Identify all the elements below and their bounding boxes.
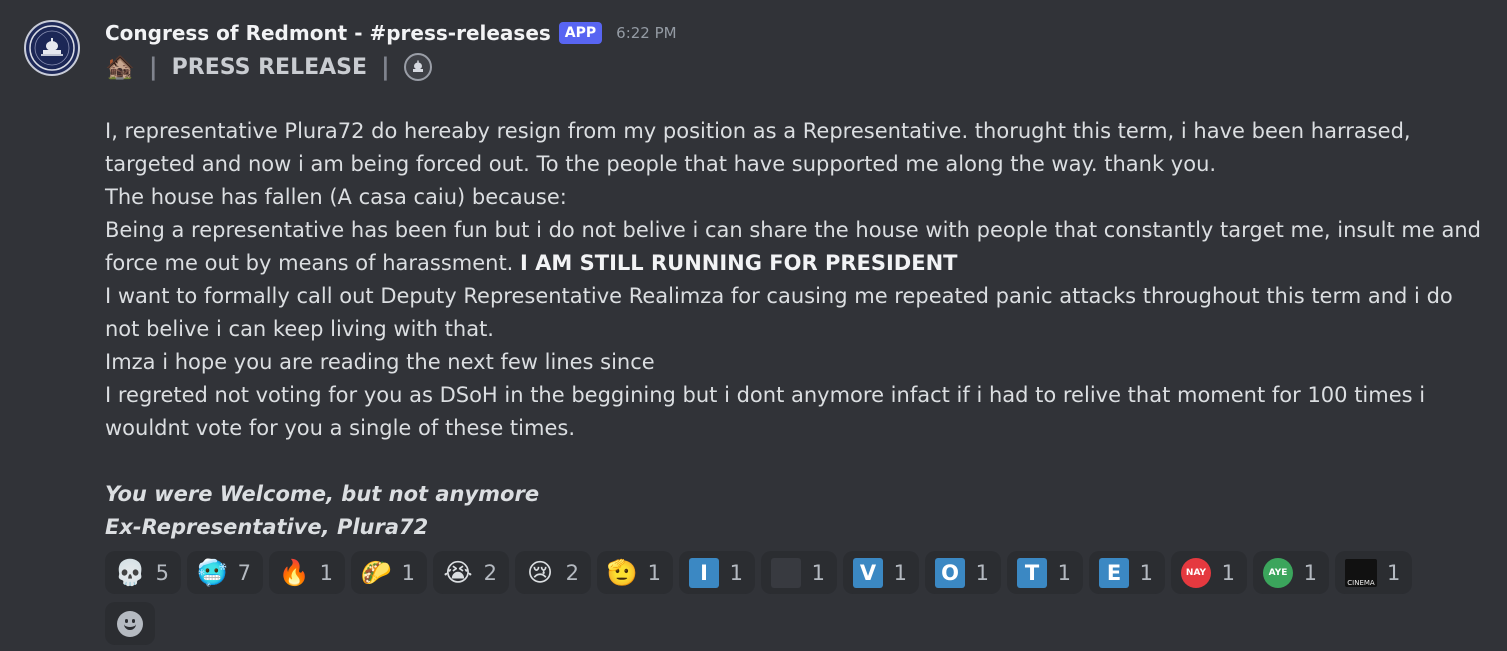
reaction-aye[interactable]: AYE 1	[1253, 551, 1329, 594]
separator: |	[381, 53, 390, 81]
reaction-count: 1	[647, 560, 661, 585]
reaction-count: 1	[1221, 560, 1235, 585]
press-release-heading: 🏚️ | PRESS RELEASE |	[105, 50, 432, 84]
reactions-bar: 💀 5 🥶 7 🔥 1 🌮 1 😭 2 😢 2 🫡 1 I 1 1 V 1 O …	[105, 551, 1435, 645]
reaction-count: 2	[565, 560, 579, 585]
aye-icon: AYE	[1263, 557, 1293, 588]
reaction-count: 1	[1139, 560, 1153, 585]
paragraph: I, representative Plura72 do hereaby res…	[105, 119, 1411, 176]
reaction-count: 1	[319, 560, 333, 585]
cold-face-icon: 🥶	[196, 558, 228, 587]
author-avatar[interactable]	[24, 20, 80, 76]
add-reaction-button[interactable]	[105, 602, 155, 645]
paragraph: Being a representative has been fun but …	[105, 214, 1490, 280]
reaction-count: 1	[729, 560, 743, 585]
derelict-house-icon: 🏚️	[105, 53, 135, 81]
reaction-blank[interactable]: 1	[761, 551, 837, 594]
message-content: I, representative Plura72 do hereaby res…	[105, 115, 1490, 544]
regional-indicator-e-icon: E	[1099, 557, 1129, 588]
reaction-salute[interactable]: 🫡 1	[597, 551, 673, 594]
paragraph: The house has fallen (A casa caiu) becau…	[105, 185, 567, 209]
reaction-count: 2	[483, 560, 497, 585]
reaction-count: 1	[893, 560, 907, 585]
author-name[interactable]: Congress of Redmont - #press-releases	[105, 21, 551, 45]
reaction-count: 1	[1387, 560, 1401, 585]
reaction-cold-face[interactable]: 🥶 7	[187, 551, 263, 594]
reaction-letter-v[interactable]: V 1	[843, 551, 919, 594]
app-badge: APP	[558, 22, 603, 44]
taco-icon: 🌮	[360, 558, 392, 587]
reaction-letter-t[interactable]: T 1	[1007, 551, 1083, 594]
reaction-fire[interactable]: 🔥 1	[269, 551, 345, 594]
signature-line: Ex-Representative, Plura72	[105, 515, 429, 539]
reaction-count: 1	[975, 560, 989, 585]
signature-line: You were Welcome, but not anymore	[105, 482, 540, 506]
reaction-loudly-crying[interactable]: 😭 2	[433, 551, 509, 594]
saluting-face-icon: 🫡	[606, 558, 638, 587]
bold-statement: I AM STILL RUNNING FOR PRESIDENT	[520, 251, 958, 275]
reaction-crying[interactable]: 😢 2	[515, 551, 591, 594]
reaction-letter-i[interactable]: I 1	[679, 551, 755, 594]
reaction-skull[interactable]: 💀 5	[105, 551, 181, 594]
regional-indicator-i-icon: I	[689, 557, 719, 588]
cinema-icon: CINEMA	[1345, 558, 1377, 587]
add-reaction-smiley-icon	[117, 610, 143, 637]
regional-indicator-o-icon: O	[935, 557, 965, 588]
reaction-letter-o[interactable]: O 1	[925, 551, 1001, 594]
reaction-letter-e[interactable]: E 1	[1089, 551, 1165, 594]
crying-face-icon: 😢	[526, 558, 554, 587]
paragraph: Imza i hope you are reading the next few…	[105, 350, 655, 374]
loudly-crying-face-icon: 😭	[443, 558, 473, 587]
timestamp[interactable]: 6:22 PM	[616, 24, 676, 42]
paragraph: I want to formally call out Deputy Repre…	[105, 284, 1453, 341]
reaction-count: 7	[237, 560, 251, 585]
capitol-seal-icon	[403, 53, 432, 81]
reaction-count: 1	[1057, 560, 1071, 585]
separator: |	[148, 53, 158, 81]
reaction-cinema[interactable]: CINEMA 1	[1335, 551, 1413, 594]
blank-square-icon	[771, 557, 801, 588]
skull-icon: 💀	[114, 558, 146, 587]
capitol-seal-icon	[29, 25, 75, 71]
nay-icon: NAY	[1181, 557, 1211, 588]
fire-icon: 🔥	[278, 558, 310, 587]
reaction-count: 5	[155, 560, 169, 585]
reaction-count: 1	[401, 560, 415, 585]
press-release-title: PRESS RELEASE	[171, 54, 368, 80]
reaction-count: 1	[1303, 560, 1317, 585]
reaction-nay[interactable]: NAY 1	[1171, 551, 1247, 594]
message-header: Congress of Redmont - #press-releases AP…	[105, 18, 677, 48]
reaction-taco[interactable]: 🌮 1	[351, 551, 427, 594]
regional-indicator-t-icon: T	[1017, 557, 1047, 588]
reaction-count: 1	[811, 560, 825, 585]
paragraph: I regreted not voting for you as DSoH in…	[105, 383, 1426, 440]
regional-indicator-v-icon: V	[853, 557, 883, 588]
